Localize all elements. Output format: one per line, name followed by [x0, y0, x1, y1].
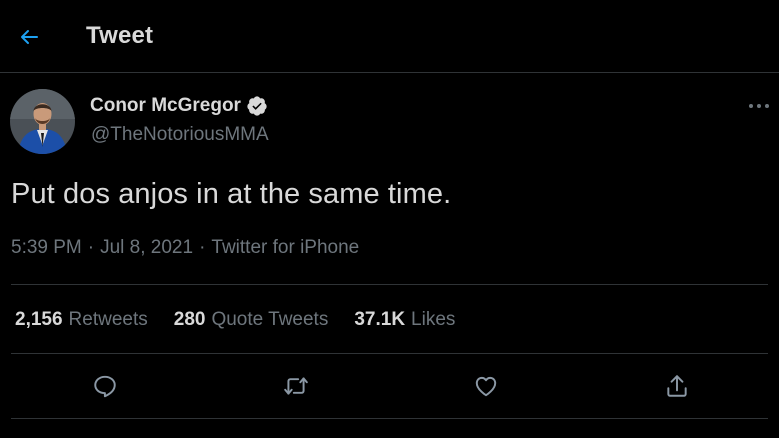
- likes-stat[interactable]: 37.1K Likes: [354, 309, 455, 331]
- reply-icon: [92, 373, 118, 399]
- retweets-label: Retweets: [68, 309, 148, 330]
- top-bar: Tweet: [0, 0, 779, 73]
- tweet-date[interactable]: Jul 8, 2021: [100, 237, 193, 258]
- like-button[interactable]: [469, 369, 503, 403]
- avatar[interactable]: [10, 89, 75, 154]
- retweet-button[interactable]: [279, 369, 313, 403]
- tweet-meta: 5:39 PM · Jul 8, 2021 · Twitter for iPhone: [11, 237, 359, 259]
- display-name: Conor McGregor: [90, 95, 241, 116]
- verified-badge-icon: [246, 95, 268, 117]
- retweet-icon: [282, 373, 310, 399]
- back-button[interactable]: [10, 19, 48, 55]
- page-title: Tweet: [86, 22, 154, 49]
- share-button[interactable]: [660, 369, 694, 403]
- retweets-count: 2,156: [15, 309, 63, 330]
- more-options-button[interactable]: [742, 94, 776, 118]
- share-icon: [664, 373, 690, 399]
- divider: [11, 353, 768, 354]
- meta-separator: ·: [87, 237, 95, 258]
- tweet-source[interactable]: Twitter for iPhone: [211, 237, 359, 258]
- quotes-count: 280: [173, 309, 206, 330]
- retweets-stat[interactable]: 2,156 Retweets: [15, 309, 148, 331]
- meta-separator: ·: [199, 237, 206, 258]
- divider: [11, 418, 768, 419]
- likes-label: Likes: [411, 309, 456, 330]
- tweet-text: Put dos anjos in at the same time.: [11, 178, 452, 210]
- reply-button[interactable]: [88, 369, 122, 403]
- engagement-stats: 2,156 Retweets 280 Quote Tweets 37.1K Likes: [15, 309, 481, 331]
- divider: [11, 284, 768, 285]
- more-icon: [748, 103, 770, 109]
- tweet-time[interactable]: 5:39 PM: [11, 237, 82, 258]
- quotes-label: Quote Tweets: [211, 309, 329, 330]
- quotes-stat[interactable]: 280 Quote Tweets: [174, 309, 329, 331]
- author-handle[interactable]: @TheNotoriousMMA: [91, 124, 269, 146]
- heart-icon: [473, 373, 499, 399]
- author-name[interactable]: Conor McGregor: [90, 95, 268, 117]
- likes-count: 37.1K: [354, 309, 406, 330]
- arrow-left-icon: [17, 25, 41, 49]
